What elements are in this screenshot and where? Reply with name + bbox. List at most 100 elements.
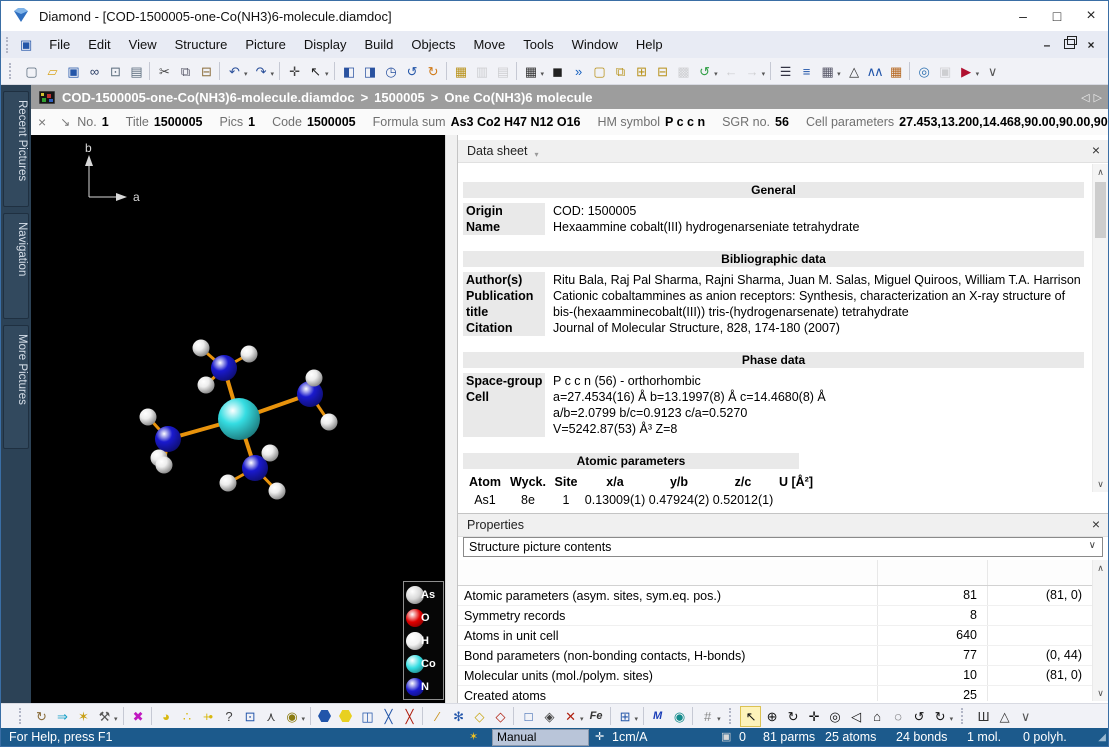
add-atom-button[interactable]: +• [197,706,218,727]
property-row-bond-parameters[interactable]: Bond parameters (non-bonding contacts, H… [458,646,1092,666]
update-picture-button[interactable]: ↻ [30,706,51,727]
destroy-all-button[interactable]: ✖ [127,706,148,727]
data-sheet-scrollbar[interactable]: ∧ ∨ [1092,164,1108,492]
history-pane-button[interactable]: ◷ [380,61,401,82]
menu-picture[interactable]: Picture [236,37,294,52]
move-mode-button[interactable]: ⊕ [761,706,782,727]
sidebar-tab-recent-pictures[interactable]: Recent Pictures [3,91,29,207]
record-goto-icon[interactable]: ↘ [60,115,70,129]
menu-window[interactable]: Window [563,37,627,52]
menu-build[interactable]: Build [355,37,402,52]
data-pane-button[interactable]: ◨ [359,61,380,82]
data-sheet-close-icon[interactable]: × [1092,142,1100,158]
scroll-down-icon[interactable]: ∨ [1093,476,1108,492]
pan-tool-button[interactable]: ✛ [283,61,304,82]
undo-button-dropdown[interactable]: ▾ [244,70,248,78]
build-tool-button[interactable]: ⚒ [93,706,114,727]
structures-overview-button[interactable]: ▦ [520,61,541,82]
turn-left-button[interactable]: ↺ [908,706,929,727]
distances-plot-button[interactable]: △ [843,61,864,82]
coordination-sphere-button-dropdown[interactable]: ▾ [302,715,306,723]
picture-history-button-dropdown[interactable]: ▾ [714,70,718,78]
turn-right-button-dropdown[interactable]: ▾ [950,715,954,723]
measure-tool-button[interactable]: M [647,706,668,727]
zoom-mode-button[interactable]: ◎ [824,706,845,727]
properties-category-select[interactable]: Structure picture contents ∨ [463,537,1103,557]
cut-button[interactable]: ✂ [153,61,174,82]
video-recording-button-dropdown[interactable]: ▾ [976,70,980,78]
cluster-red-button[interactable]: ╳ [398,706,419,727]
create-contacts-button[interactable]: ✻ [447,706,468,727]
scroll-up-icon[interactable]: ∧ [1093,164,1108,180]
scrollbar-thumb[interactable] [1095,182,1106,238]
breadcrumb-back-icon[interactable]: ◁ [1081,91,1089,104]
create-bond-button[interactable]: ∕ [426,706,447,727]
panel-splitter[interactable] [445,135,457,703]
properties-list-button[interactable]: ≡ [795,61,816,82]
destroy-cell-button[interactable]: ✕ [559,706,580,727]
menu-display[interactable]: Display [295,37,356,52]
unit-cell-edges-button[interactable]: □ [517,706,538,727]
scroll-down-icon[interactable]: ∨ [1093,685,1108,701]
data-table-button[interactable]: ▦ [816,61,837,82]
scroll-up-icon[interactable]: ∧ [1093,560,1108,576]
web-search-button[interactable]: ◎ [913,61,934,82]
property-row-symmetry-records[interactable]: Symmetry records 8 [458,606,1092,626]
apply-structure-button[interactable]: ⇒ [51,706,72,727]
menu-edit[interactable]: Edit [79,37,119,52]
property-row-atomic-parameters[interactable]: Atomic parameters (asym. sites, sym.eq. … [458,586,1092,606]
structure-3d-view[interactable]: b a As O H Co N [31,135,445,703]
complete-fragment-button[interactable]: ? [218,706,239,727]
breadcrumb-picture[interactable]: One Co(NH3)6 molecule [444,90,592,105]
grid-settings-button-dropdown[interactable]: ▾ [717,715,721,723]
menu-structure[interactable]: Structure [166,37,237,52]
breadcrumb-document[interactable]: COD-1500005-one-Co(NH3)6-molecule.diamdo… [62,90,355,105]
duplicate-picture-button[interactable]: ⊞ [630,61,651,82]
polyhedron-outline-button[interactable] [314,706,335,727]
print-preview-button[interactable]: ⊡ [104,61,125,82]
resize-grip[interactable]: ◢ [1098,732,1106,743]
connect-fragments-button[interactable]: ⋏ [260,706,281,727]
find-button[interactable]: ∞ [83,61,104,82]
navigation-pane-button[interactable]: ◧ [338,61,359,82]
create-atom-button[interactable]: ◕ [155,706,176,727]
properties-close-icon[interactable]: × [1092,516,1100,532]
select-mode-button[interactable]: ↖ [740,706,761,727]
structures-overview-button-dropdown[interactable]: ▾ [541,70,545,78]
status-mode-field[interactable]: Manual [492,729,589,746]
measure-angle-button[interactable]: △ [993,706,1014,727]
toolbar-grip[interactable] [19,708,24,724]
redo-button[interactable]: ↷ [250,61,271,82]
print-button[interactable]: ▤ [125,61,146,82]
menu-objects[interactable]: Objects [402,37,464,52]
menu-view[interactable]: View [120,37,166,52]
toolbar-more-button[interactable]: ∨ [1014,706,1035,727]
property-row-created-atoms[interactable]: Created atoms 25 [458,686,1092,701]
window-maximize-button[interactable]: □ [1040,1,1074,31]
menu-file[interactable]: File [40,37,79,52]
property-row-molecular-units[interactable]: Molecular units (mol./polym. sites) 10 (… [458,666,1092,686]
picture-settings-button[interactable]: ◉ [668,706,689,727]
menu-tools[interactable]: Tools [514,37,562,52]
create-atoms-button[interactable]: ∴ [176,706,197,727]
table-pane-button[interactable]: ▦ [450,61,471,82]
mdi-restore-button[interactable] [1058,38,1080,52]
menu-move[interactable]: Move [464,37,514,52]
mdi-close-button[interactable]: × [1080,38,1102,52]
redo-button-dropdown[interactable]: ▾ [271,70,275,78]
window-close-button[interactable]: × [1074,1,1108,31]
refresh-picture-button[interactable]: ↻ [422,61,443,82]
rotate-mode-button[interactable]: ↻ [782,706,803,727]
sidebar-tab-more-pictures[interactable]: More Pictures [3,325,29,449]
text-report-button[interactable]: ☰ [774,61,795,82]
record-close-icon[interactable]: × [38,114,46,130]
new-picture-button[interactable]: ▢ [588,61,609,82]
breadcrumb-forward-icon[interactable]: ▷ [1094,91,1102,104]
window-minimize-button[interactable]: – [1006,1,1040,31]
fill-unit-cell-button[interactable]: ⊞ [614,706,635,727]
open-document-button[interactable]: ▱ [41,61,62,82]
turn-right-button[interactable]: ↻ [929,706,950,727]
next-view-button-dropdown[interactable]: ▾ [762,70,766,78]
undo-button[interactable]: ↶ [223,61,244,82]
paste-button[interactable]: ⊟ [195,61,216,82]
